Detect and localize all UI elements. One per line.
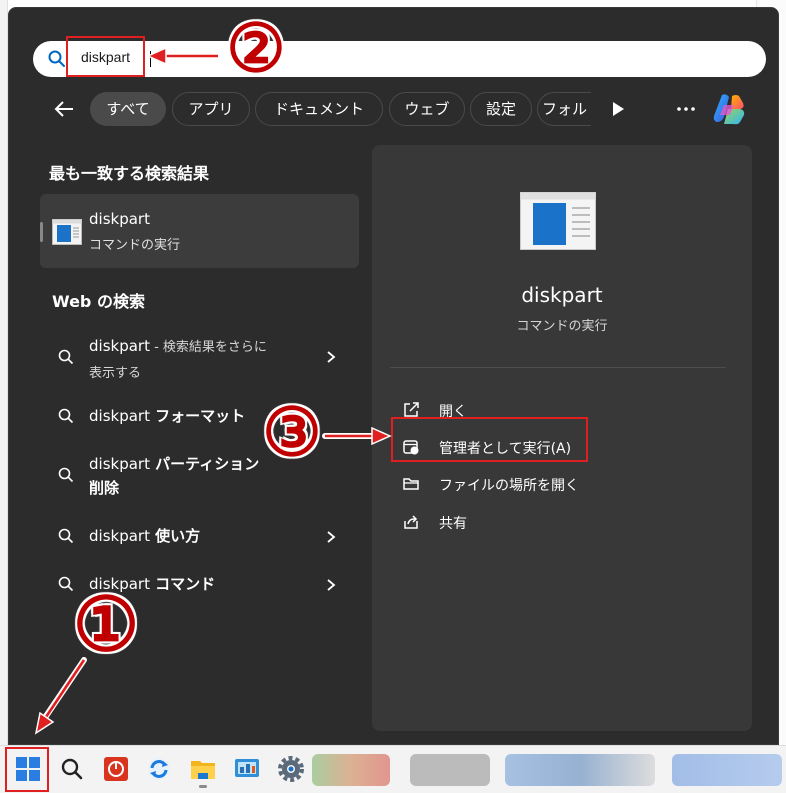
action-open-file-location[interactable]: ファイルの場所を開く (402, 473, 582, 497)
chip-documents[interactable]: ドキュメント (255, 92, 383, 126)
divider (390, 367, 726, 368)
action-label: 共有 (439, 516, 467, 532)
selection-indicator (40, 222, 43, 242)
blurred-taskbar-icons (505, 754, 655, 786)
copilot-icon[interactable] (710, 91, 750, 127)
blurred-taskbar-icons (312, 754, 390, 786)
more-options-icon[interactable] (674, 100, 698, 118)
sync-icon[interactable] (144, 754, 174, 784)
file-explorer-icon[interactable] (188, 754, 218, 788)
web-query-bold: 使い方 (149, 527, 201, 545)
filter-row: すべて アプリ ドキュメント ウェブ 設定 フォル (41, 89, 781, 129)
chip-all[interactable]: すべて (90, 92, 166, 126)
command-window-icon (52, 219, 82, 245)
chip-folders[interactable]: フォル (537, 92, 591, 126)
web-query-suffix: - 検索結果をさらに (149, 340, 267, 355)
web-query-bold: パーティション (149, 455, 260, 473)
web-query-line2: 表示する (89, 366, 142, 381)
annotation-step-1: ① (72, 582, 140, 668)
chip-web[interactable]: ウェブ (389, 92, 465, 126)
web-result-1[interactable]: diskpart - 検索結果をさらに 表示する (40, 334, 360, 382)
control-panel-icon[interactable] (232, 754, 262, 784)
web-query: diskpart (89, 337, 150, 355)
web-query: diskpart (89, 455, 150, 473)
chip-apps[interactable]: アプリ (172, 92, 250, 126)
annotation-step-3: ③ (262, 393, 322, 471)
power-app-icon[interactable] (101, 754, 131, 784)
chevron-right-icon (325, 349, 337, 363)
search-icon[interactable] (57, 754, 87, 784)
search-icon (47, 49, 67, 69)
share-icon (402, 513, 420, 531)
command-window-large-icon (520, 192, 596, 250)
web-search-icon (57, 466, 75, 484)
scroll-right-icon[interactable] (613, 102, 624, 116)
chip-settings[interactable]: 設定 (470, 92, 532, 126)
web-search-icon (57, 527, 75, 545)
web-query: diskpart (89, 407, 150, 425)
web-result-4[interactable]: diskpart 使い方 (40, 524, 360, 552)
annotation-box-start (5, 747, 49, 792)
settings-icon[interactable] (276, 754, 306, 784)
web-search-heading: Web の検索 (52, 292, 145, 311)
blurred-taskbar-icons (410, 754, 490, 786)
best-match-subtitle: コマンドの実行 (89, 238, 181, 253)
back-arrow-icon[interactable] (51, 96, 77, 122)
background-window-left (0, 0, 8, 745)
detail-app-subtitle: コマンドの実行 (516, 319, 608, 334)
detail-app-name: diskpart (521, 283, 603, 307)
blurred-taskbar-icons (672, 754, 782, 786)
folder-icon (402, 475, 420, 493)
annotation-step-2: ② (226, 9, 286, 87)
chevron-right-icon (325, 577, 337, 591)
annotation-box-run-as-admin (391, 417, 588, 462)
web-query: diskpart (89, 527, 150, 545)
text-caret (150, 51, 151, 67)
taskbar (0, 745, 786, 793)
annotation-box-search (66, 36, 145, 77)
web-search-icon (57, 348, 75, 366)
web-query-bold: フォーマット (149, 407, 246, 425)
best-match-result[interactable]: diskpart コマンドの実行 (40, 194, 359, 268)
action-label: ファイルの場所を開く (439, 478, 579, 494)
web-query-line2: 削除 (89, 479, 120, 497)
best-match-name: diskpart (89, 210, 150, 228)
best-match-heading: 最も一致する検索結果 (49, 164, 210, 183)
web-search-icon (57, 407, 75, 425)
action-share[interactable]: 共有 (402, 511, 522, 535)
web-query-bold: コマンド (149, 575, 216, 593)
running-indicator (199, 785, 207, 788)
chevron-right-icon (325, 529, 337, 543)
